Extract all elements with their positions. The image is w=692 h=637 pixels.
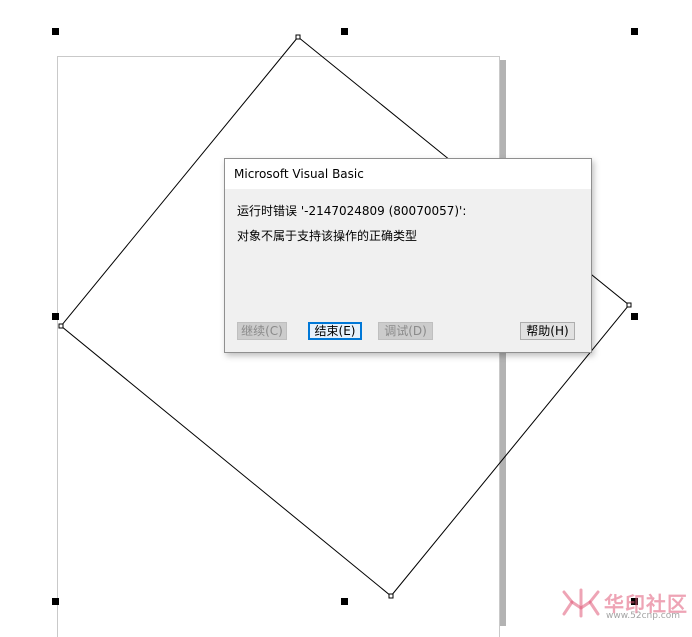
selection-handle-bottom-left[interactable] [52, 598, 59, 605]
error-description: 对象不属于支持该操作的正确类型 [237, 229, 418, 243]
vertex-node-right[interactable] [626, 302, 632, 308]
selection-handle-top-left[interactable] [52, 28, 59, 35]
vba-error-dialog: Microsoft Visual Basic 运行时错误 '-214702480… [224, 158, 592, 353]
site-watermark: 华印社区 www.52cnp.com [560, 586, 690, 624]
selection-handle-top-center[interactable] [341, 28, 348, 35]
watermark-url: www.52cnp.com [606, 611, 681, 621]
selection-handle-bottom-center[interactable] [341, 598, 348, 605]
continue-button: 继续(C) [237, 322, 287, 340]
drawing-canvas[interactable]: Microsoft Visual Basic 运行时错误 '-214702480… [0, 0, 692, 637]
debug-button: 调试(D) [378, 322, 433, 340]
selection-handle-middle-right[interactable] [631, 313, 638, 320]
watermark-logo-icon [562, 588, 600, 618]
dialog-titlebar[interactable]: Microsoft Visual Basic [225, 159, 591, 189]
help-button[interactable]: 帮助(H) [520, 322, 575, 340]
error-code-message: 运行时错误 '-2147024809 (80070057)': [237, 204, 467, 218]
vertex-node-top[interactable] [295, 34, 301, 40]
dialog-title: Microsoft Visual Basic [234, 167, 364, 181]
selection-handle-middle-left[interactable] [52, 313, 59, 320]
end-button[interactable]: 结束(E) [308, 322, 362, 340]
selection-handle-top-right[interactable] [631, 28, 638, 35]
